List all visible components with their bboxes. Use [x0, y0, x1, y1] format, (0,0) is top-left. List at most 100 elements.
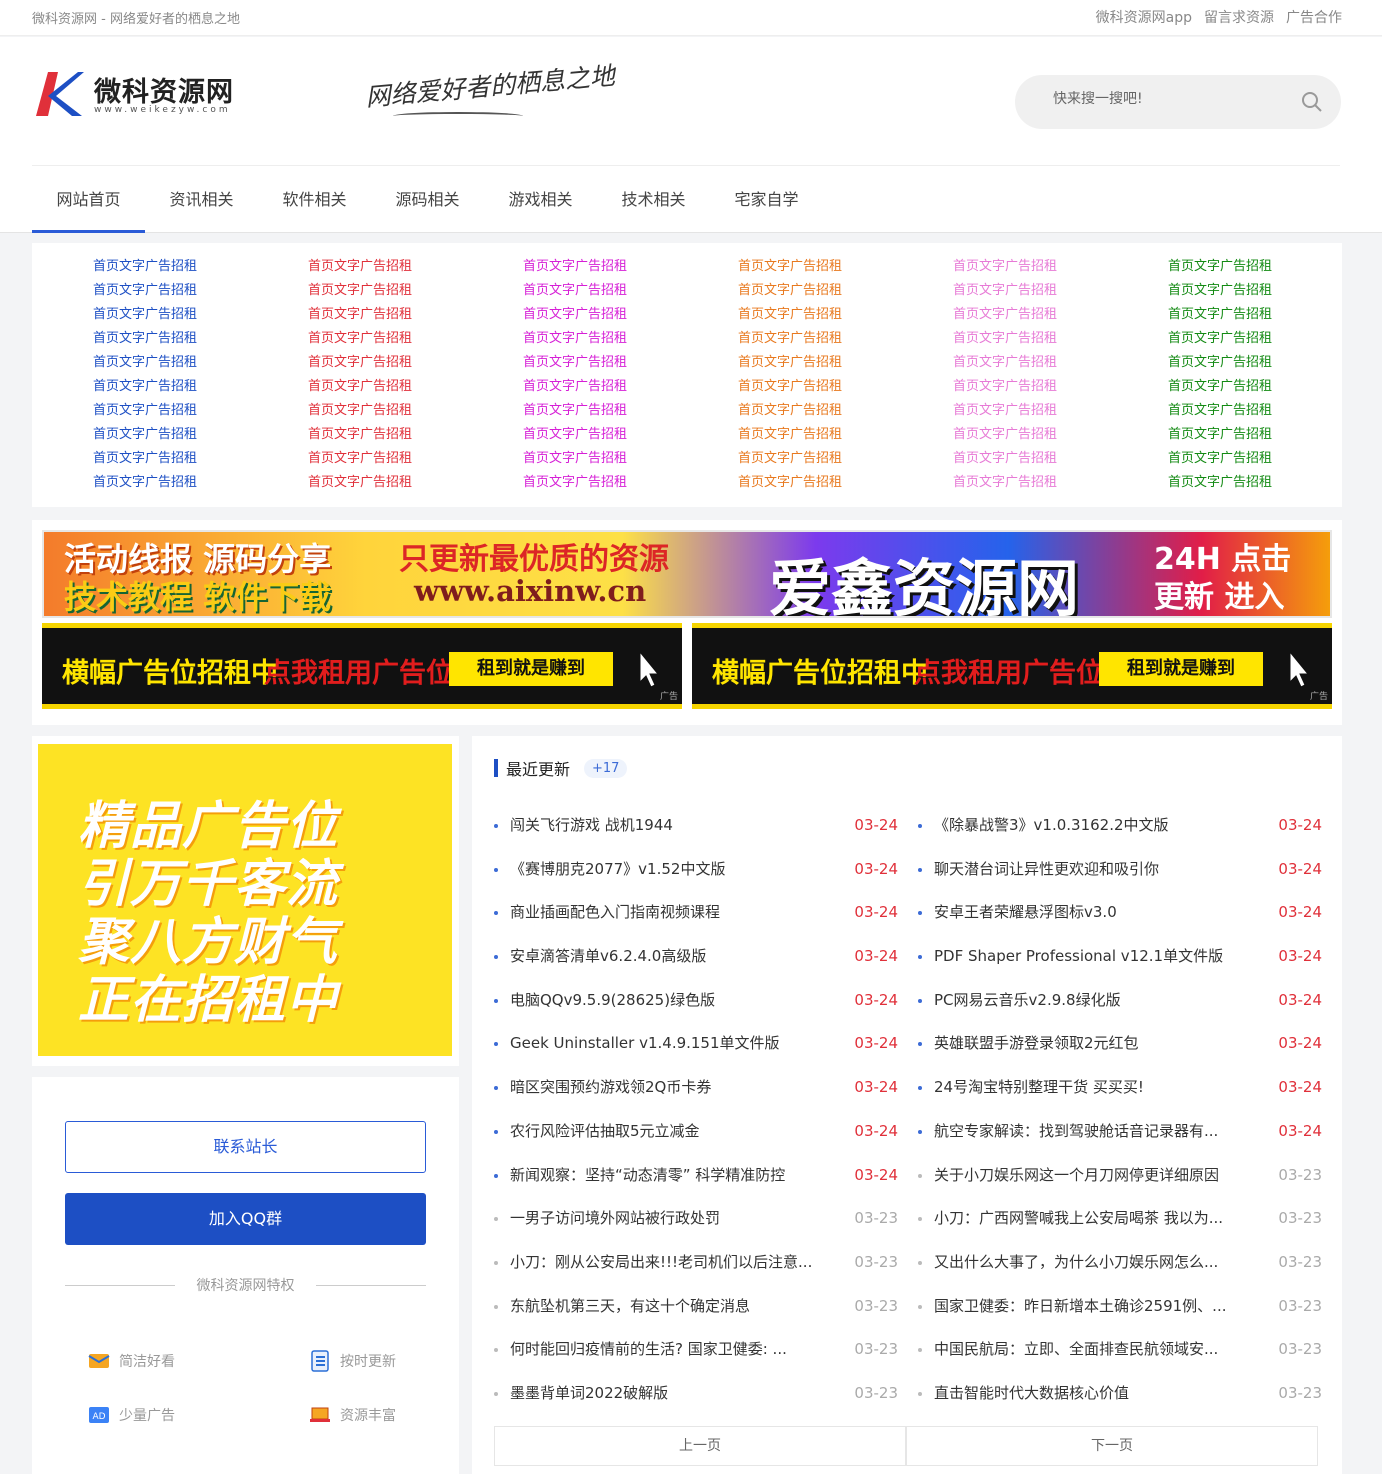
text-ad-link[interactable]: 首页文字广告招租 — [93, 375, 253, 399]
text-ad-link[interactable]: 首页文字广告招租 — [523, 447, 683, 471]
recent-item[interactable]: 一男子访问境外网站被行政处罚 03-23 — [494, 1197, 898, 1241]
text-ad-link[interactable]: 首页文字广告招租 — [308, 255, 468, 279]
recent-item[interactable]: 小刀：刚从公安局出来!!!老司机们以后注意... 03-23 — [494, 1241, 898, 1285]
text-ad-link[interactable]: 首页文字广告招租 — [738, 375, 898, 399]
text-ad-link[interactable]: 首页文字广告招租 — [1168, 447, 1328, 471]
side-ad-banner[interactable]: 精品广告位 引万千客流 聚八方财气 正在招租中 — [38, 744, 452, 1056]
recent-item[interactable]: 安卓滴答清单v6.2.4.0高级版 03-24 — [494, 935, 898, 979]
recent-item-title[interactable]: 新闻观察：坚持“动态清零” 科学精准防控 — [510, 1154, 840, 1198]
search-icon[interactable] — [1301, 91, 1323, 113]
text-ad-link[interactable]: 首页文字广告招租 — [1168, 279, 1328, 303]
recent-item-title[interactable]: 24号淘宝特别整理干货 买买买! — [934, 1066, 1264, 1110]
text-ad-link[interactable]: 首页文字广告招租 — [1168, 255, 1328, 279]
recent-item-title[interactable]: 国家卫健委：昨日新增本土确诊2591例、... — [934, 1285, 1264, 1329]
recent-item-title[interactable]: 中国民航局：立即、全面排查民航领域安... — [934, 1328, 1264, 1372]
text-ad-link[interactable]: 首页文字广告招租 — [953, 423, 1113, 447]
recent-item[interactable]: 安卓王者荣耀悬浮图标v3.0 03-24 — [918, 891, 1322, 935]
text-ad-link[interactable]: 首页文字广告招租 — [308, 303, 468, 327]
text-ad-link[interactable]: 首页文字广告招租 — [308, 399, 468, 423]
recent-item[interactable]: 小刀：广西网警喊我上公安局喝茶 我以为... 03-23 — [918, 1197, 1322, 1241]
recent-item-title[interactable]: 东航坠机第三天，有这十个确定消息 — [510, 1285, 840, 1329]
text-ad-link[interactable]: 首页文字广告招租 — [738, 399, 898, 423]
join-qq-group-button[interactable]: 加入QQ群 — [65, 1193, 426, 1245]
text-ad-link[interactable]: 首页文字广告招租 — [953, 279, 1113, 303]
text-ad-link[interactable]: 首页文字广告招租 — [523, 303, 683, 327]
recent-item-title[interactable]: 墨墨背单词2022破解版 — [510, 1372, 840, 1416]
site-logo[interactable]: 微科资源网 www.weikezyw.com — [34, 70, 244, 120]
text-ad-link[interactable]: 首页文字广告招租 — [1168, 327, 1328, 351]
recent-item-title[interactable]: 商业插画配色入门指南视频课程 — [510, 891, 840, 935]
text-ad-link[interactable]: 首页文字广告招租 — [738, 471, 898, 495]
recent-item-title[interactable]: Geek Uninstaller v1.4.9.151单文件版 — [510, 1022, 840, 1066]
recent-item-title[interactable]: 暗区突围预约游戏领2Q币卡券 — [510, 1066, 840, 1110]
recent-item[interactable]: 东航坠机第三天，有这十个确定消息 03-23 — [494, 1285, 898, 1329]
nav-tech[interactable]: 技术相关 — [597, 167, 710, 233]
recent-item-title[interactable]: PC网易云音乐v2.9.8绿化版 — [934, 979, 1264, 1023]
recent-item[interactable]: Geek Uninstaller v1.4.9.151单文件版 03-24 — [494, 1022, 898, 1066]
recent-item-title[interactable]: 电脑QQv9.5.9(28625)绿色版 — [510, 979, 840, 1023]
recent-item[interactable]: 墨墨背单词2022破解版 03-23 — [494, 1372, 898, 1416]
text-ad-link[interactable]: 首页文字广告招租 — [523, 351, 683, 375]
text-ad-link[interactable]: 首页文字广告招租 — [523, 255, 683, 279]
banner-aixin[interactable]: 活动线报 源码分享 技术教程 软件下载 只更新最优质的资源 www.aixinw… — [42, 530, 1332, 618]
text-ad-link[interactable]: 首页文字广告招租 — [93, 447, 253, 471]
recent-item[interactable]: 中国民航局：立即、全面排查民航领域安... 03-23 — [918, 1328, 1322, 1372]
text-ad-link[interactable]: 首页文字广告招租 — [953, 447, 1113, 471]
text-ad-link[interactable]: 首页文字广告招租 — [1168, 471, 1328, 495]
text-ad-link[interactable]: 首页文字广告招租 — [308, 423, 468, 447]
nav-source-code[interactable]: 源码相关 — [371, 167, 484, 233]
recent-item-title[interactable]: 小刀：刚从公安局出来!!!老司机们以后注意... — [510, 1241, 840, 1285]
recent-item[interactable]: PDF Shaper Professional v12.1单文件版 03-24 — [918, 935, 1322, 979]
text-ad-link[interactable]: 首页文字广告招租 — [1168, 303, 1328, 327]
nav-news[interactable]: 资讯相关 — [145, 167, 258, 233]
search-input[interactable] — [1053, 91, 1283, 107]
text-ad-link[interactable]: 首页文字广告招租 — [523, 423, 683, 447]
text-ad-link[interactable]: 首页文字广告招租 — [523, 375, 683, 399]
text-ad-link[interactable]: 首页文字广告招租 — [308, 279, 468, 303]
text-ad-link[interactable]: 首页文字广告招租 — [93, 351, 253, 375]
top-link-app[interactable]: 微科资源网app — [1096, 7, 1192, 27]
text-ad-link[interactable]: 首页文字广告招租 — [308, 375, 468, 399]
recent-item[interactable]: PC网易云音乐v2.9.8绿化版 03-24 — [918, 979, 1322, 1023]
recent-item-title[interactable]: 农行风险评估抽取5元立减金 — [510, 1110, 840, 1154]
text-ad-link[interactable]: 首页文字广告招租 — [738, 303, 898, 327]
recent-item[interactable]: 航空专家解读：找到驾驶舱话音记录器有... 03-24 — [918, 1110, 1322, 1154]
recent-item-title[interactable]: 直击智能时代大数据核心价值 — [934, 1372, 1264, 1416]
text-ad-link[interactable]: 首页文字广告招租 — [523, 471, 683, 495]
text-ad-link[interactable]: 首页文字广告招租 — [93, 303, 253, 327]
recent-item[interactable]: 直击智能时代大数据核心价值 03-23 — [918, 1372, 1322, 1416]
recent-item-title[interactable]: 小刀：广西网警喊我上公安局喝茶 我以为... — [934, 1197, 1264, 1241]
text-ad-link[interactable]: 首页文字广告招租 — [738, 447, 898, 471]
recent-item[interactable]: 闯关飞行游戏 战机1944 03-24 — [494, 804, 898, 848]
text-ad-link[interactable]: 首页文字广告招租 — [523, 399, 683, 423]
recent-item-title[interactable]: 闯关飞行游戏 战机1944 — [510, 804, 840, 848]
text-ad-link[interactable]: 首页文字广告招租 — [308, 447, 468, 471]
contact-admin-button[interactable]: 联系站长 — [65, 1121, 426, 1173]
text-ad-link[interactable]: 首页文字广告招租 — [93, 327, 253, 351]
text-ad-link[interactable]: 首页文字广告招租 — [93, 423, 253, 447]
recent-item[interactable]: 24号淘宝特别整理干货 买买买! 03-24 — [918, 1066, 1322, 1110]
prev-page-button[interactable]: 上一页 — [494, 1426, 906, 1466]
recent-item-title[interactable]: 何时能回归疫情前的生活? 国家卫健委: ... — [510, 1328, 840, 1372]
text-ad-link[interactable]: 首页文字广告招租 — [1168, 423, 1328, 447]
recent-item[interactable]: 英雄联盟手游登录领取2元红包 03-24 — [918, 1022, 1322, 1066]
recent-item[interactable]: 何时能回归疫情前的生活? 国家卫健委: ... 03-23 — [494, 1328, 898, 1372]
recent-item-title[interactable]: 航空专家解读：找到驾驶舱话音记录器有... — [934, 1110, 1264, 1154]
text-ad-link[interactable]: 首页文字广告招租 — [953, 399, 1113, 423]
text-ad-link[interactable]: 首页文字广告招租 — [738, 327, 898, 351]
recent-item[interactable]: 新闻观察：坚持“动态清零” 科学精准防控 03-24 — [494, 1154, 898, 1198]
nav-self-study[interactable]: 宅家自学 — [710, 167, 823, 233]
recent-item-title[interactable]: PDF Shaper Professional v12.1单文件版 — [934, 935, 1264, 979]
recent-item-title[interactable]: 聊天潜台词让异性更欢迎和吸引你 — [934, 848, 1264, 892]
nav-home[interactable]: 网站首页 — [32, 167, 145, 233]
recent-item[interactable]: 《除暴战警3》v1.0.3162.2中文版 03-24 — [918, 804, 1322, 848]
text-ad-link[interactable]: 首页文字广告招租 — [953, 351, 1113, 375]
text-ad-link[interactable]: 首页文字广告招租 — [93, 279, 253, 303]
next-page-button[interactable]: 下一页 — [906, 1426, 1318, 1466]
nav-games[interactable]: 游戏相关 — [484, 167, 597, 233]
recent-item-title[interactable]: 《赛博朋克2077》v1.52中文版 — [510, 848, 840, 892]
recent-item[interactable]: 国家卫健委：昨日新增本土确诊2591例、... 03-23 — [918, 1285, 1322, 1329]
search-box[interactable] — [1015, 75, 1341, 129]
recent-item[interactable]: 电脑QQv9.5.9(28625)绿色版 03-24 — [494, 979, 898, 1023]
recent-item[interactable]: 又出什么大事了，为什么小刀娱乐网怎么... 03-23 — [918, 1241, 1322, 1285]
